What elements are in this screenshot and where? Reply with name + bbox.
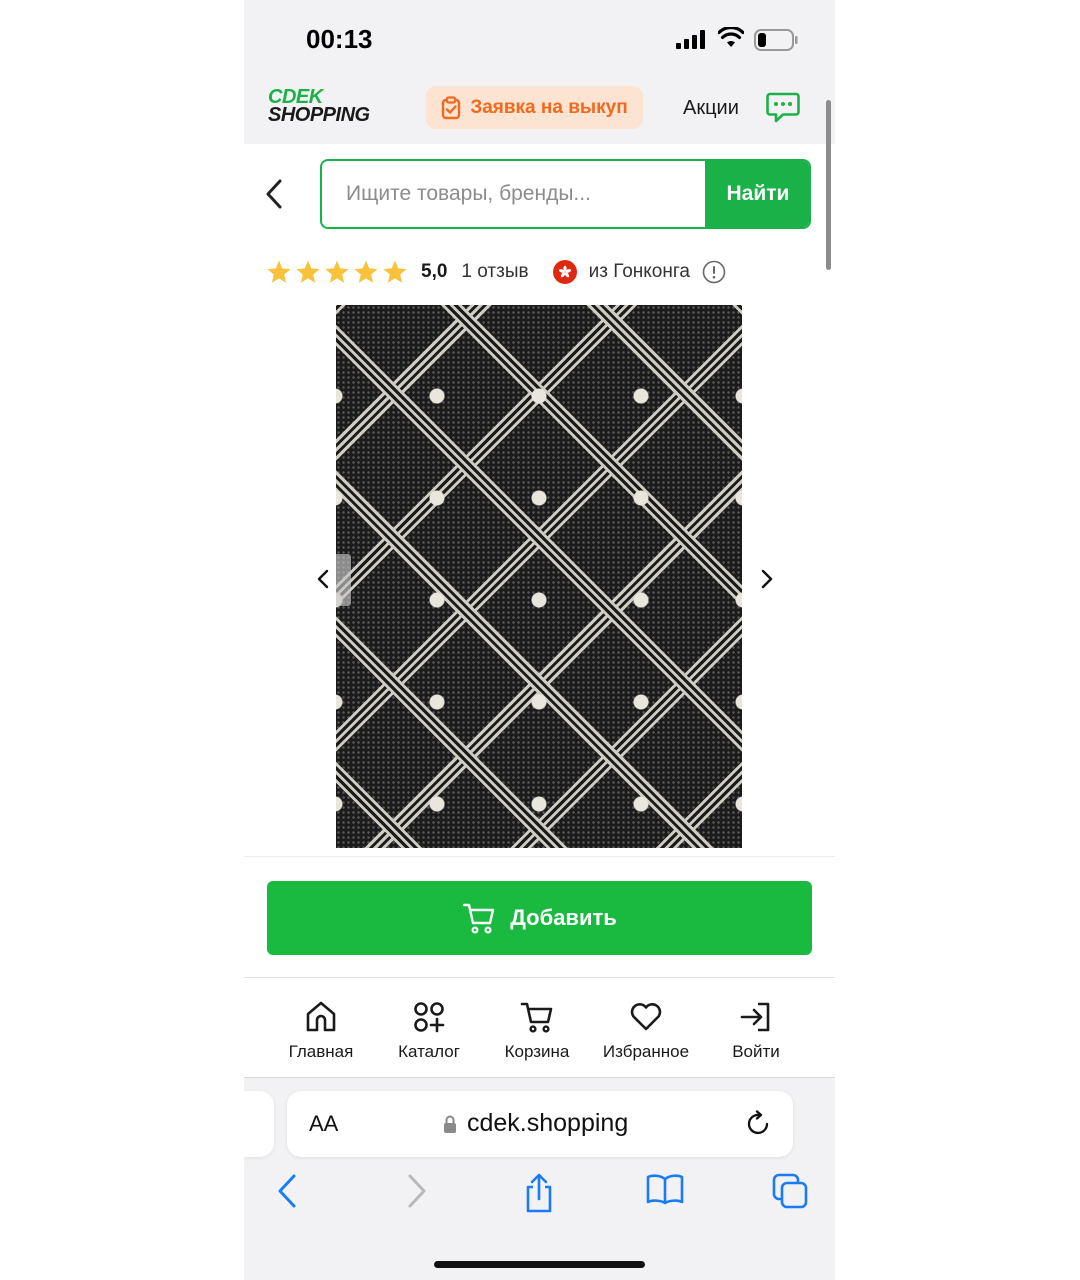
nav-item-catalog[interactable]: Каталог	[374, 1000, 484, 1062]
star-icon	[267, 260, 291, 283]
search-box: Найти	[320, 159, 811, 229]
lock-icon	[444, 1115, 456, 1133]
nav-label-favorites: Избранное	[602, 1042, 690, 1061]
add-to-cart-button[interactable]: Добавить	[267, 881, 812, 955]
home-indicator[interactable]	[434, 1261, 645, 1268]
browser-back-icon[interactable]	[276, 1173, 300, 1209]
status-bar: 00:13	[244, 0, 835, 78]
logo-bottom-text: SHOPPING	[268, 104, 370, 126]
search-row: Найти	[244, 144, 835, 244]
reviews-link[interactable]: 1 отзыв	[461, 261, 528, 283]
star-icon	[354, 260, 378, 283]
promotions-link[interactable]: Акции	[683, 97, 739, 120]
product-content: 5,0 1 отзыв из Гонконга	[244, 244, 835, 856]
cellular-signal-icon	[676, 30, 705, 49]
heart-icon	[630, 1003, 662, 1031]
browser-chrome: AA cdek.shopping	[244, 1079, 835, 1280]
star-icon	[296, 260, 320, 283]
previous-tab-preview[interactable]	[244, 1091, 274, 1157]
cart-icon	[463, 903, 495, 934]
status-time: 00:13	[306, 24, 373, 54]
nav-label-home: Главная	[288, 1042, 354, 1061]
chat-icon[interactable]	[766, 92, 800, 124]
buyout-request-button[interactable]: Заявка на выкуп	[426, 86, 643, 129]
info-icon[interactable]	[702, 260, 726, 284]
add-to-cart-bar: Добавить	[244, 856, 835, 978]
url-wrap: cdek.shopping	[443, 1109, 628, 1138]
cart-icon	[520, 1002, 553, 1033]
origin-label: из Гонконга	[588, 261, 690, 282]
catalog-icon	[414, 1002, 445, 1033]
browser-toolbar	[244, 1173, 835, 1223]
search-button[interactable]: Найти	[705, 161, 809, 227]
text-size-label: AA	[309, 1111, 339, 1136]
product-image[interactable]	[336, 305, 742, 848]
login-icon	[740, 1002, 770, 1032]
bookmarks-icon[interactable]	[646, 1173, 684, 1205]
wifi-icon	[718, 27, 744, 47]
nav-item-cart[interactable]: Корзина	[482, 1000, 592, 1062]
nav-item-login[interactable]: Войти	[701, 1000, 811, 1062]
clipboard-check-icon	[442, 95, 461, 119]
tabs-icon[interactable]	[772, 1173, 808, 1209]
page-scrollbar[interactable]	[826, 100, 831, 270]
rating-row: 5,0 1 отзыв из Гонконга	[266, 258, 726, 286]
cdek-shopping-logo[interactable]: CDEK SHOPPING	[268, 87, 370, 126]
bottom-nav: Главная Каталог Корзина Избранное Войти	[244, 978, 835, 1078]
nav-label-cart: Корзина	[504, 1042, 570, 1061]
hong-kong-flag-icon	[552, 260, 577, 284]
add-to-cart-label: Добавить	[510, 905, 617, 930]
url-text: cdek.shopping	[467, 1109, 629, 1137]
phone-screen: 00:13 CDEK SHOPPING Заявка на выкуп Акци…	[244, 0, 835, 1280]
back-arrow-icon[interactable]	[264, 178, 286, 210]
nav-label-catalog: Каталог	[398, 1042, 460, 1061]
browser-forward-icon[interactable]	[404, 1173, 428, 1209]
search-input[interactable]	[322, 161, 707, 227]
text-size-button[interactable]: AA	[309, 1111, 338, 1137]
home-icon	[306, 1001, 336, 1032]
rating-value: 5,0	[421, 261, 448, 282]
nav-label-login: Войти	[732, 1042, 780, 1061]
star-icon	[325, 260, 349, 283]
image-scroll-handle[interactable]	[336, 554, 351, 606]
chevron-right-icon[interactable]	[760, 568, 774, 590]
nav-item-home[interactable]: Главная	[266, 1000, 376, 1062]
share-icon[interactable]	[524, 1173, 554, 1213]
chevron-left-icon[interactable]	[316, 568, 330, 590]
nav-item-favorites[interactable]: Избранное	[591, 1000, 701, 1062]
buyout-label: Заявка на выкуп	[470, 96, 628, 118]
reload-icon[interactable]	[745, 1110, 773, 1138]
address-bar[interactable]: AA cdek.shopping	[287, 1091, 793, 1157]
star-icon	[383, 260, 407, 283]
battery-icon	[754, 29, 798, 51]
site-header: CDEK SHOPPING Заявка на выкуп Акции	[244, 78, 835, 144]
